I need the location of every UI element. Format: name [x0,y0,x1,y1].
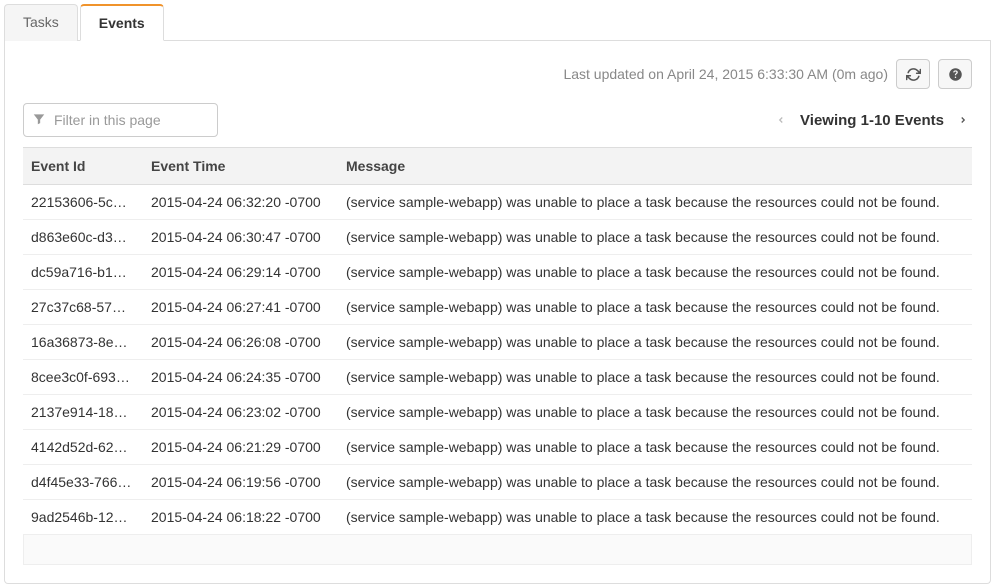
tab-tasks[interactable]: Tasks [4,4,78,41]
cell-event-id: 8cee3c0f-693… [23,360,143,395]
table-row[interactable]: 4142d52d-62…2015-04-24 06:21:29 -0700(se… [23,430,972,465]
cell-event-time: 2015-04-24 06:29:14 -0700 [143,255,338,290]
funnel-icon [32,112,46,126]
filter-wrap [23,103,218,137]
filter-input[interactable] [23,103,218,137]
cell-event-time: 2015-04-24 06:24:35 -0700 [143,360,338,395]
cell-event-time: 2015-04-24 06:26:08 -0700 [143,325,338,360]
table-row[interactable]: 22153606-5c…2015-04-24 06:32:20 -0700(se… [23,185,972,220]
cell-event-time: 2015-04-24 06:18:22 -0700 [143,500,338,535]
table-header-row: Event Id Event Time Message [23,148,972,185]
cell-event-id: 9ad2546b-12… [23,500,143,535]
table-body: 22153606-5c…2015-04-24 06:32:20 -0700(se… [23,185,972,535]
refresh-icon [906,67,921,82]
table-row[interactable]: 9ad2546b-12…2015-04-24 06:18:22 -0700(se… [23,500,972,535]
cell-event-time: 2015-04-24 06:27:41 -0700 [143,290,338,325]
table-row[interactable]: d4f45e33-766…2015-04-24 06:19:56 -0700(s… [23,465,972,500]
refresh-button[interactable] [896,59,930,89]
cell-message: (service sample-webapp) was unable to pl… [338,430,972,465]
pager-prev[interactable] [772,113,790,127]
tab-events[interactable]: Events [80,4,164,41]
cell-event-time: 2015-04-24 06:32:20 -0700 [143,185,338,220]
help-button[interactable] [938,59,972,89]
cell-message: (service sample-webapp) was unable to pl… [338,360,972,395]
cell-message: (service sample-webapp) was unable to pl… [338,185,972,220]
cell-event-id: 4142d52d-62… [23,430,143,465]
cell-event-time: 2015-04-24 06:30:47 -0700 [143,220,338,255]
cell-message: (service sample-webapp) was unable to pl… [338,395,972,430]
table-row[interactable]: 16a36873-8e…2015-04-24 06:26:08 -0700(se… [23,325,972,360]
last-updated-text: Last updated on April 24, 2015 6:33:30 A… [563,66,888,82]
pager-next[interactable] [954,113,972,127]
cell-event-id: 16a36873-8e… [23,325,143,360]
table-row[interactable]: 27c37c68-57…2015-04-24 06:27:41 -0700(se… [23,290,972,325]
cell-message: (service sample-webapp) was unable to pl… [338,325,972,360]
table-footer [23,535,972,565]
cell-event-id: dc59a716-b1… [23,255,143,290]
cell-message: (service sample-webapp) was unable to pl… [338,500,972,535]
table-row[interactable]: d863e60c-d3…2015-04-24 06:30:47 -0700(se… [23,220,972,255]
cell-event-id: 22153606-5c… [23,185,143,220]
cell-message: (service sample-webapp) was unable to pl… [338,465,972,500]
cell-event-id: 27c37c68-57… [23,290,143,325]
events-table: Event Id Event Time Message 22153606-5c…… [23,147,972,535]
table-row[interactable]: dc59a716-b1…2015-04-24 06:29:14 -0700(se… [23,255,972,290]
cell-event-id: d863e60c-d3… [23,220,143,255]
pager-label: Viewing 1-10 Events [800,112,944,129]
filter-row: Viewing 1-10 Events [23,103,972,137]
table-row[interactable]: 2137e914-18…2015-04-24 06:23:02 -0700(se… [23,395,972,430]
th-event-time[interactable]: Event Time [143,148,338,185]
pager: Viewing 1-10 Events [772,112,972,129]
cell-message: (service sample-webapp) was unable to pl… [338,290,972,325]
status-row: Last updated on April 24, 2015 6:33:30 A… [23,59,972,89]
cell-event-time: 2015-04-24 06:23:02 -0700 [143,395,338,430]
cell-message: (service sample-webapp) was unable to pl… [338,220,972,255]
cell-event-time: 2015-04-24 06:21:29 -0700 [143,430,338,465]
cell-event-id: 2137e914-18… [23,395,143,430]
tab-bar: Tasks Events [4,4,991,41]
th-message[interactable]: Message [338,148,972,185]
cell-event-id: d4f45e33-766… [23,465,143,500]
cell-message: (service sample-webapp) was unable to pl… [338,255,972,290]
cell-event-time: 2015-04-24 06:19:56 -0700 [143,465,338,500]
question-icon [948,67,963,82]
table-row[interactable]: 8cee3c0f-693…2015-04-24 06:24:35 -0700(s… [23,360,972,395]
th-event-id[interactable]: Event Id [23,148,143,185]
events-panel: Last updated on April 24, 2015 6:33:30 A… [4,41,991,584]
